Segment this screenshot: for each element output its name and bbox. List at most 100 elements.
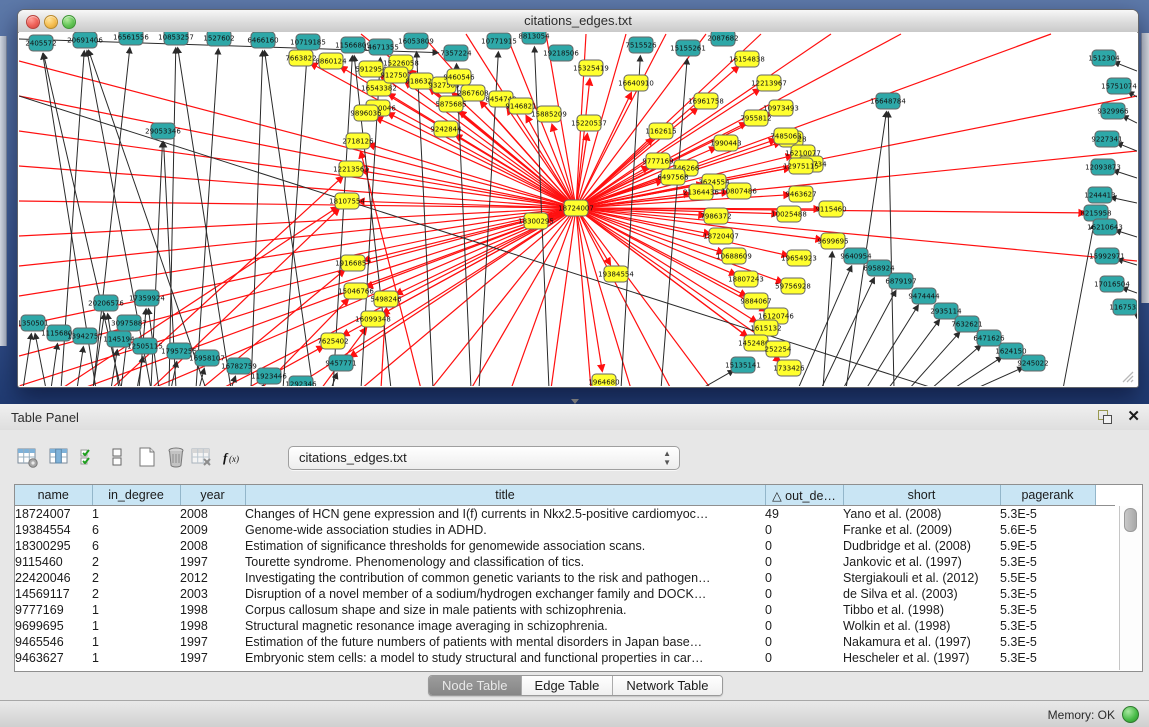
graph-node[interactable]: 16648784 [870, 93, 906, 109]
graph-node[interactable]: 9329966 [1097, 103, 1129, 119]
column-header[interactable]: in_degree [92, 485, 180, 506]
graph-node[interactable]: 9460546 [443, 69, 475, 85]
table-row[interactable]: 946362711997Embryonic stem cells: a mode… [15, 650, 1115, 666]
graph-node[interactable]: 9884067 [740, 293, 771, 309]
table-row[interactable]: 911546021997Tourette syndrome. Phenomeno… [15, 554, 1115, 570]
graph-node[interactable]: 1162615 [645, 123, 676, 139]
graph-node[interactable]: 8813054 [518, 32, 550, 44]
graph-node[interactable]: 16154838 [729, 51, 765, 67]
graph-node[interactable]: 15325419 [573, 60, 609, 76]
table-selector-dropdown[interactable]: citations_edges.txt ▲▼ [288, 446, 680, 470]
select-rows-icon[interactable] [77, 444, 103, 470]
column-header[interactable]: title [245, 485, 765, 506]
graph-node[interactable]: 9242844 [430, 121, 462, 137]
network-view-window[interactable]: citations_edges.txt 18724007240557220691… [17, 9, 1139, 388]
close-icon[interactable]: ✕ [1127, 407, 1140, 426]
graph-node[interactable]: 18720407 [703, 228, 739, 244]
graph-node[interactable]: 20691406 [67, 32, 103, 48]
graph-node[interactable]: 9245022 [1017, 355, 1048, 371]
graph-node[interactable]: 30975887 [111, 315, 147, 331]
new-table-icon[interactable] [134, 444, 160, 470]
tab-network-table[interactable]: Network Table [613, 676, 721, 695]
graph-node[interactable]: 10688609 [716, 248, 752, 264]
graph-node[interactable]: 15992971 [1089, 248, 1125, 264]
graph-node[interactable]: 17016504 [1094, 276, 1130, 292]
table-row[interactable]: 2242004622012Investigating the contribut… [15, 570, 1115, 586]
graph-node[interactable]: 9463627 [785, 186, 816, 202]
graph-node[interactable]: 9474444 [908, 288, 940, 304]
graph-node[interactable]: 9457771 [325, 355, 356, 371]
graph-node[interactable]: 1512304 [1088, 50, 1120, 66]
network-window-titlebar[interactable]: citations_edges.txt [18, 10, 1138, 33]
scrollbar-thumb[interactable] [1124, 508, 1137, 532]
delete-entries-icon[interactable] [163, 444, 189, 470]
window-resize-grip[interactable] [1118, 367, 1134, 383]
graph-node[interactable]: 2087682 [707, 32, 738, 46]
graph-node[interactable]: 1167533 [1109, 299, 1137, 315]
graph-node[interactable]: 10853257 [158, 32, 194, 45]
graph-node[interactable]: 1990443 [710, 135, 741, 151]
graph-node[interactable]: 16053809 [398, 33, 434, 49]
column-header[interactable]: year [180, 485, 245, 506]
table-settings-icon[interactable] [15, 444, 41, 470]
graph-node[interactable]: 1244413 [1084, 187, 1115, 203]
graph-node[interactable]: 12213967 [751, 75, 787, 91]
graph-node[interactable]: 252254 [765, 341, 792, 357]
graph-node[interactable]: 1615132 [750, 320, 781, 336]
graph-node[interactable]: 9896036 [350, 105, 382, 121]
graph-node[interactable]: 5498246 [370, 291, 402, 307]
graph-node[interactable]: 8860124 [315, 53, 347, 69]
graph-node[interactable]: 7663822 [285, 50, 316, 66]
row-view-icon[interactable] [104, 444, 130, 470]
graph-node[interactable]: 9227341 [1091, 131, 1122, 147]
graph-node[interactable]: 15155261 [670, 40, 706, 56]
network-canvas[interactable]: 1872400724055722069140616561556108532571… [19, 32, 1137, 386]
graph-node[interactable]: 1733426 [773, 360, 805, 376]
column-header[interactable]: △ out_de… [765, 485, 843, 506]
graph-node[interactable]: 1292346 [285, 376, 317, 386]
graph-node[interactable]: 7625402 [317, 333, 348, 349]
graph-node[interactable]: 20206576 [88, 295, 124, 311]
graph-node[interactable]: 6497568 [657, 169, 688, 185]
table-row[interactable]: 946554611997Estimation of the future num… [15, 634, 1115, 650]
graph-node[interactable]: 19654923 [781, 250, 817, 266]
graph-node[interactable]: 6879197 [885, 273, 916, 289]
float-window-icon[interactable] [1098, 410, 1113, 424]
graph-node[interactable]: 9699695 [817, 233, 848, 249]
table-row[interactable]: 1830029562008Estimation of significance … [15, 538, 1115, 554]
graph-node[interactable]: 7357224 [440, 45, 472, 61]
graph-node[interactable]: 6466160 [247, 32, 278, 48]
function-builder-icon[interactable]: f(x) [220, 444, 246, 470]
tab-edge-table[interactable]: Edge Table [522, 676, 614, 695]
table-row[interactable]: 1872400712008Changes of HCN gene express… [15, 506, 1115, 523]
graph-node[interactable]: 5875685 [435, 96, 466, 112]
column-header[interactable]: short [843, 485, 1000, 506]
graph-node[interactable]: 18107554 [329, 193, 365, 209]
graph-node[interactable]: 7515526 [625, 37, 657, 53]
graph-node[interactable]: 7986372 [700, 208, 731, 224]
table-row[interactable]: 1938455462009Genome-wide association stu… [15, 522, 1115, 538]
graph-node[interactable]: 9115460 [815, 201, 846, 217]
graph-node[interactable]: 16961758 [688, 93, 724, 109]
graph-node[interactable]: 1964680 [588, 374, 619, 386]
graph-node[interactable]: 1527602 [203, 32, 234, 46]
graph-node[interactable]: 29053346 [145, 123, 181, 139]
graph-node[interactable]: 59756928 [775, 278, 811, 294]
table-row[interactable]: 969969511998Structural magnetic resonanc… [15, 618, 1115, 634]
column-header[interactable]: name [15, 485, 92, 506]
table-row[interactable]: 1456911722003Disruption of a novel membe… [15, 586, 1115, 602]
column-edit-icon[interactable] [47, 444, 73, 470]
graph-node[interactable]: 16640910 [618, 75, 654, 91]
table-row[interactable]: 977716911998Corpus callosum shape and si… [15, 602, 1115, 618]
graph-node[interactable]: 12093873 [1085, 159, 1121, 175]
graph-node[interactable]: 15751074 [1101, 78, 1137, 94]
delete-table-icon[interactable] [189, 444, 215, 470]
graph-node[interactable]: 7632621 [951, 316, 982, 332]
graph-node[interactable]: 7485063 [770, 128, 801, 144]
graph-node[interactable]: 2405572 [25, 35, 56, 51]
graph-node[interactable]: 15135141 [725, 357, 761, 373]
column-header[interactable]: pagerank [1000, 485, 1095, 506]
graph-node[interactable]: 2718126 [342, 133, 374, 149]
table-scrollbar[interactable] [1119, 506, 1142, 670]
graph-node[interactable]: 9777169 [642, 153, 673, 169]
